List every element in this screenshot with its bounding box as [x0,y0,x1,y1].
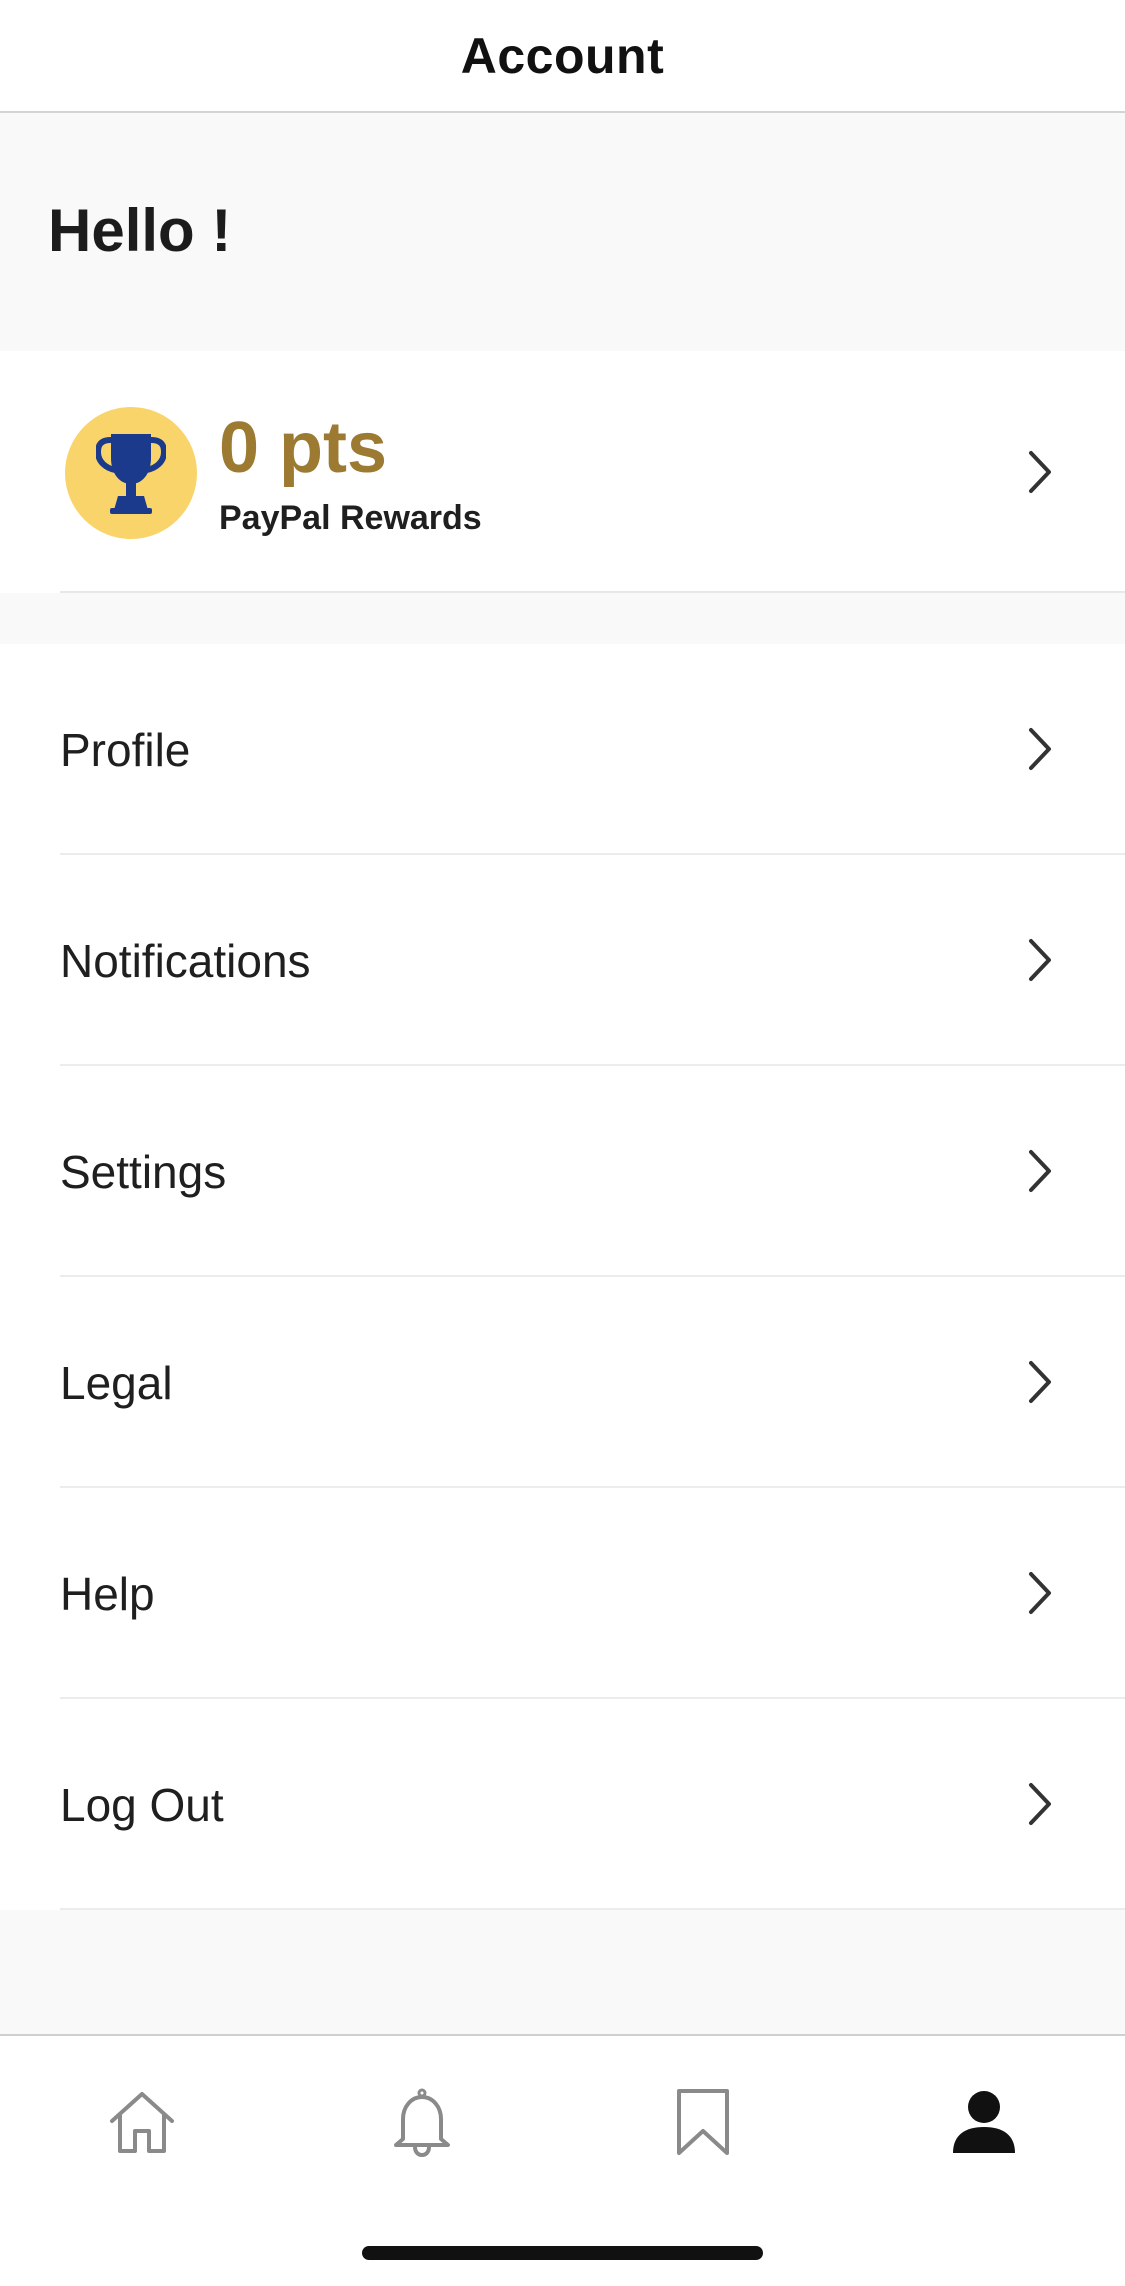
section-gap [0,593,1125,644]
menu-item-label: Log Out [60,1778,224,1831]
greeting-section: Hello ! [0,113,1125,351]
page-title: Account [460,27,665,84]
menu-item-legal[interactable]: Legal [0,1277,1125,1488]
menu-item-label: Notifications [60,934,311,987]
person-icon [953,2091,1015,2153]
menu-item-profile[interactable]: Profile [0,644,1125,855]
menu-item-log-out[interactable]: Log Out [0,1699,1125,1910]
greeting-text: Hello ! [48,197,232,264]
chevron-right-icon [1029,1361,1051,1403]
menu-item-label: Settings [60,1145,227,1198]
rewards-badge [65,407,197,539]
divider [60,1908,1125,1910]
chevron-right-icon [1029,939,1051,981]
home-indicator [362,2246,763,2260]
menu-item-notifications[interactable]: Notifications [0,855,1125,1066]
menu-item-label: Profile [60,723,191,776]
menu-item-label: Help [60,1567,155,1620]
tab-notifications[interactable] [362,2072,482,2172]
tab-saved[interactable] [643,2072,763,2172]
tab-home[interactable] [82,2072,202,2172]
rewards-label: PayPal Rewards [219,499,482,537]
rewards-row[interactable]: 0 pts PayPal Rewards [0,351,1125,593]
chevron-right-icon [1029,1783,1051,1825]
chevron-right-icon [1029,451,1051,493]
menu-item-label: Legal [60,1356,173,1409]
chevron-right-icon [1029,1150,1051,1192]
tab-account[interactable] [924,2072,1044,2172]
bell-icon [394,2088,450,2157]
menu-item-help[interactable]: Help [0,1488,1125,1699]
bookmark-icon [677,2089,729,2155]
account-menu: Profile Notifications Settings Legal Hel… [0,644,1125,1910]
chevron-right-icon [1029,728,1051,770]
rewards-points: 0 pts [219,408,388,488]
header-bar: Account [0,0,1125,113]
chevron-right-icon [1029,1572,1051,1614]
menu-item-settings[interactable]: Settings [0,1066,1125,1277]
home-icon [110,2092,174,2153]
trophy-icon [96,434,166,514]
